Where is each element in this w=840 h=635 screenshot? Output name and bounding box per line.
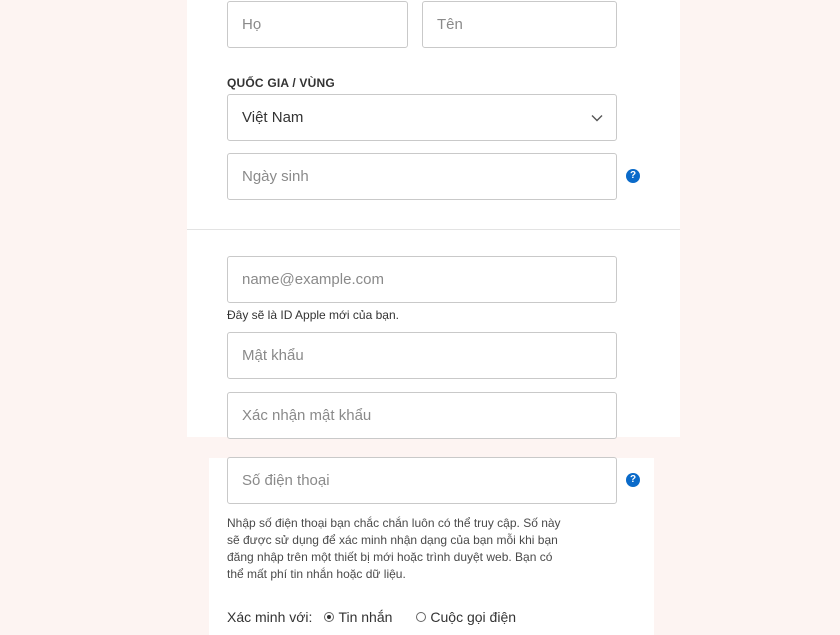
- password-placeholder: Mật khẩu: [242, 347, 304, 364]
- verify-sms-label: Tin nhắn: [338, 609, 393, 625]
- phone-field[interactable]: Số điện thoại: [227, 457, 617, 504]
- first-name-placeholder: Tên: [437, 16, 463, 33]
- birthday-help-icon[interactable]: ?: [626, 169, 640, 183]
- verify-sms-option[interactable]: Tin nhắn: [324, 609, 392, 625]
- verification-method: Xác minh với: Tin nhắn Cuộc gọi điện: [227, 609, 540, 625]
- phone-hint-line: đăng nhập trên một thiết bị mới hoặc trì…: [227, 550, 553, 564]
- email-placeholder: name@example.com: [242, 271, 384, 288]
- verify-call-label: Cuộc gọi điện: [430, 609, 517, 625]
- last-name-field[interactable]: Họ: [227, 1, 408, 48]
- email-hint: Đây sẽ là ID Apple mới của bạn.: [227, 308, 399, 322]
- country-select[interactable]: Việt Nam: [227, 94, 617, 141]
- radio-selected-icon[interactable]: [324, 612, 335, 622]
- country-label: QUỐC GIA / VÙNG: [227, 76, 335, 90]
- chevron-down-icon: [590, 111, 604, 125]
- first-name-field[interactable]: Tên: [422, 1, 617, 48]
- section-divider: [187, 229, 680, 230]
- password-field[interactable]: Mật khẩu: [227, 332, 617, 379]
- phone-hint-line: thể mất phí tin nhắn hoặc dữ liệu.: [227, 567, 406, 581]
- phone-help-icon[interactable]: ?: [626, 473, 640, 487]
- birthday-placeholder: Ngày sinh: [242, 168, 309, 185]
- phone-hint-line: sẽ được sử dụng để xác minh nhận dạng củ…: [227, 533, 558, 547]
- last-name-placeholder: Họ: [242, 16, 262, 33]
- verification-label: Xác minh với:: [227, 609, 313, 625]
- country-selected-value: Việt Nam: [242, 109, 304, 126]
- confirm-password-placeholder: Xác nhận mật khẩu: [242, 407, 372, 424]
- signup-page: Họ Tên QUỐC GIA / VÙNG Việt Nam Ngày sin…: [0, 0, 840, 635]
- birthday-field[interactable]: Ngày sinh: [227, 153, 617, 200]
- email-field[interactable]: name@example.com: [227, 256, 617, 303]
- phone-hint: Nhập số điện thoại bạn chắc chắn luôn có…: [227, 515, 577, 583]
- radio-unselected-icon[interactable]: [416, 612, 427, 622]
- phone-placeholder: Số điện thoại: [242, 472, 330, 489]
- phone-hint-line: Nhập số điện thoại bạn chắc chắn luôn có…: [227, 516, 561, 530]
- confirm-password-field[interactable]: Xác nhận mật khẩu: [227, 392, 617, 439]
- verify-call-option[interactable]: Cuộc gọi điện: [416, 609, 516, 625]
